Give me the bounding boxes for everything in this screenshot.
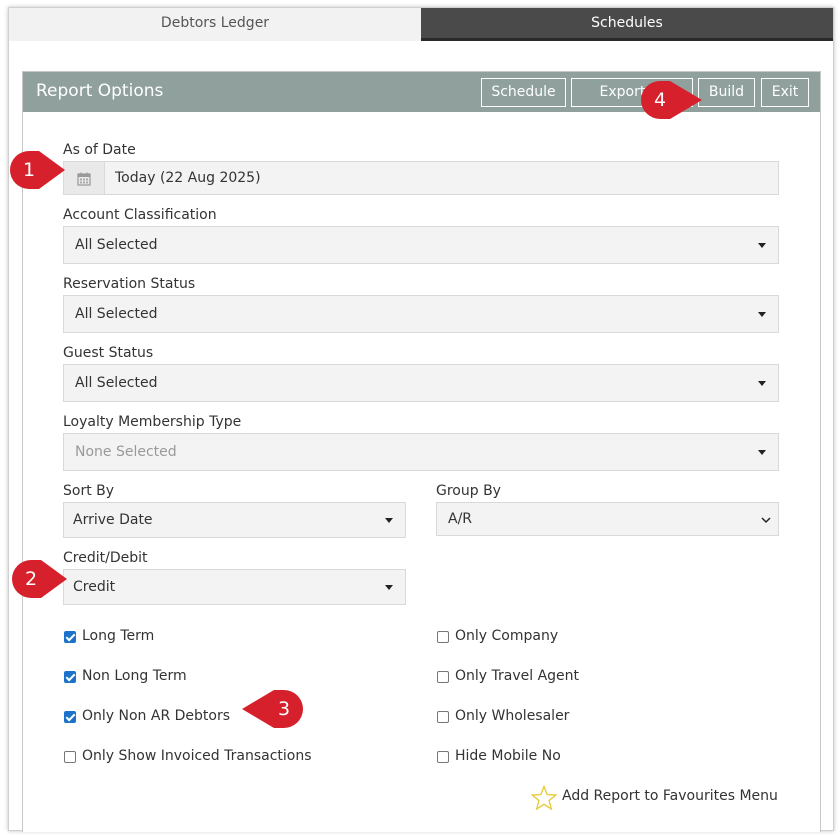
callout-4-number: 4 <box>653 89 667 111</box>
sort-by-label: Sort By <box>63 483 115 499</box>
sort-by-value: Arrive Date <box>73 512 153 528</box>
caret-down-icon <box>758 381 766 386</box>
guest-status-label: Guest Status <box>63 345 154 361</box>
tab-schedules[interactable]: Schedules <box>421 8 833 41</box>
guest-status-value: All Selected <box>75 375 158 391</box>
account-classification-select[interactable]: All Selected <box>63 226 779 264</box>
account-classification-value: All Selected <box>75 237 158 253</box>
only-show-invoiced-checkbox[interactable] <box>64 751 76 763</box>
callout-3: 3 <box>238 689 304 729</box>
calendar-icon <box>77 172 91 186</box>
group-by-select[interactable]: A/R <box>436 502 779 536</box>
group-by-label: Group By <box>436 483 501 499</box>
callout-1-number: 1 <box>22 159 36 181</box>
build-button[interactable]: Build <box>698 78 755 107</box>
guest-status-select[interactable]: All Selected <box>63 364 779 402</box>
add-to-favourites-link[interactable]: Add Report to Favourites Menu <box>531 784 791 812</box>
credit-debit-label: Credit/Debit <box>63 550 148 566</box>
hide-mobile-no-checkbox[interactable] <box>437 751 449 763</box>
callout-3-number: 3 <box>277 698 291 720</box>
as-of-date-value: Today (22 Aug 2025) <box>115 170 261 186</box>
only-non-ar-debtors-checkbox[interactable] <box>64 711 76 723</box>
account-classification-label: Account Classification <box>63 207 217 223</box>
chevron-down-icon <box>761 517 771 524</box>
add-to-favourites-label: Add Report to Favourites Menu <box>562 788 778 804</box>
reservation-status-select[interactable]: All Selected <box>63 295 779 333</box>
caret-down-icon <box>385 585 393 590</box>
long-term-checkbox[interactable] <box>64 631 76 643</box>
only-company-label[interactable]: Only Company <box>455 628 558 644</box>
caret-down-icon <box>758 312 766 317</box>
non-long-term-checkbox[interactable] <box>64 671 76 683</box>
exit-button[interactable]: Exit <box>761 78 809 107</box>
loyalty-membership-type-select[interactable]: None Selected <box>63 433 779 471</box>
star-outline-icon <box>531 785 557 811</box>
group-by-value: A/R <box>448 511 473 527</box>
callout-1: 1 <box>9 150 65 190</box>
only-travel-agent-checkbox[interactable] <box>437 671 449 683</box>
only-company-checkbox[interactable] <box>437 631 449 643</box>
schedule-button[interactable]: Schedule <box>481 78 566 107</box>
non-long-term-label[interactable]: Non Long Term <box>82 668 187 684</box>
report-window: Debtors Ledger Schedules Report Options … <box>8 7 834 832</box>
loyalty-membership-type-placeholder: None Selected <box>75 444 177 460</box>
tab-bar: Debtors Ledger Schedules <box>9 8 833 41</box>
only-wholesaler-checkbox[interactable] <box>437 711 449 723</box>
as-of-date-label: As of Date <box>63 142 136 158</box>
callout-4: 4 <box>640 80 706 120</box>
only-travel-agent-label[interactable]: Only Travel Agent <box>455 668 579 684</box>
loyalty-membership-type-label: Loyalty Membership Type <box>63 414 242 430</box>
callout-2-number: 2 <box>24 568 38 590</box>
reservation-status-label: Reservation Status <box>63 276 196 292</box>
caret-down-icon <box>385 518 393 523</box>
only-non-ar-debtors-label[interactable]: Only Non AR Debtors <box>82 708 230 724</box>
callout-2: 2 <box>11 559 67 599</box>
calendar-icon-box[interactable] <box>64 162 105 194</box>
sort-by-select[interactable]: Arrive Date <box>63 502 406 538</box>
caret-down-icon <box>758 243 766 248</box>
reservation-status-value: All Selected <box>75 306 158 322</box>
panel-title: Report Options <box>36 81 164 101</box>
only-show-invoiced-label[interactable]: Only Show Invoiced Transactions <box>82 748 312 764</box>
only-wholesaler-label[interactable]: Only Wholesaler <box>455 708 569 724</box>
credit-debit-value: Credit <box>73 579 116 595</box>
as-of-date-field[interactable]: Today (22 Aug 2025) <box>63 161 779 195</box>
long-term-label[interactable]: Long Term <box>82 628 154 644</box>
tab-debtors-ledger[interactable]: Debtors Ledger <box>9 8 421 41</box>
credit-debit-select[interactable]: Credit <box>63 569 406 605</box>
hide-mobile-no-label[interactable]: Hide Mobile No <box>455 748 561 764</box>
caret-down-icon <box>758 450 766 455</box>
report-options-panel: Report Options Schedule Export To Build … <box>22 71 821 832</box>
